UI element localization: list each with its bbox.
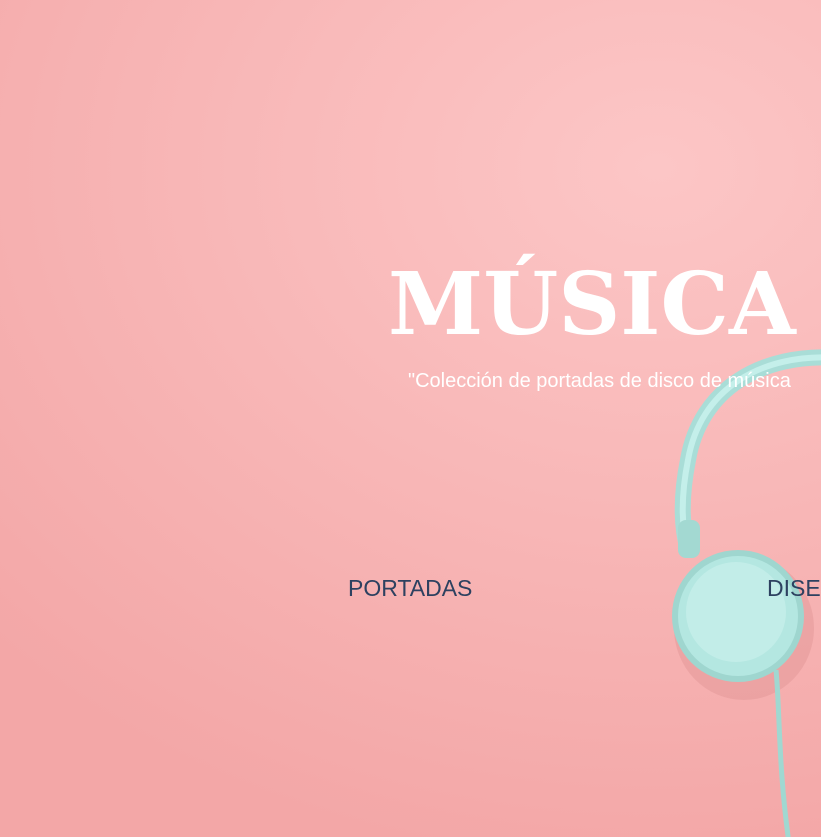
nav-link-portadas[interactable]: PORTADAS [348,570,472,606]
hero-subtitle: "Colección de portadas de disco de músic… [408,370,791,392]
main-nav: PORTADAS DISE [0,570,821,610]
hero-section: MÚSICA Y "Colección de portadas de disco… [0,0,821,837]
hero-title: MÚSICA Y [388,254,821,355]
nav-link-diseno[interactable]: DISE [767,570,821,606]
